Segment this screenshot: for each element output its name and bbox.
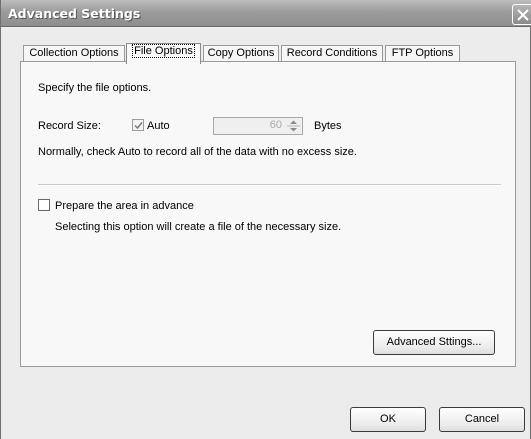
checkmark-icon — [134, 122, 143, 130]
close-button[interactable] — [512, 4, 531, 25]
tab-label: Collection Options — [29, 47, 119, 59]
tab-label: File Options — [132, 44, 195, 58]
record-size-spinner[interactable]: 60 — [213, 117, 303, 135]
title-bar[interactable]: Advanced Settings — [1, 0, 531, 27]
spinner-arrows-icon — [287, 120, 300, 132]
cancel-button[interactable]: Cancel — [439, 407, 525, 432]
advanced-settings-button[interactable]: Advanced Sttings... — [373, 330, 495, 355]
auto-hint-text: Normally, check Auto to record all of th… — [38, 146, 357, 158]
tab-strip: Collection Options File Options Copy Opt… — [23, 43, 483, 64]
record-size-value: 60 — [269, 119, 282, 131]
intro-text: Specify the file options. — [38, 82, 152, 94]
prepare-area-label: Prepare the area in advance — [55, 200, 194, 212]
advanced-settings-dialog: Advanced Settings Collection Options Fil… — [0, 0, 531, 439]
size-unit-label: Bytes — [314, 120, 342, 132]
file-options-panel: Specify the file options. Record Size: A… — [20, 61, 516, 367]
ok-button-label: OK — [380, 413, 396, 425]
tab-collection-options[interactable]: Collection Options — [23, 45, 125, 62]
record-size-label: Record Size: — [38, 120, 101, 132]
tab-copy-options[interactable]: Copy Options — [203, 45, 279, 62]
prepare-area-checkbox[interactable] — [38, 199, 50, 211]
tab-label: Copy Options — [207, 47, 275, 59]
advanced-settings-button-label: Advanced Sttings... — [386, 336, 482, 348]
auto-checkbox[interactable] — [132, 119, 144, 131]
tab-file-options[interactable]: File Options — [126, 43, 201, 64]
cancel-button-label: Cancel — [464, 413, 500, 425]
section-divider — [38, 184, 501, 186]
spinner-buttons[interactable] — [286, 119, 301, 133]
close-icon — [517, 9, 529, 21]
prepare-hint-text: Selecting this option will create a file… — [55, 221, 342, 233]
tab-record-conditions[interactable]: Record Conditions — [281, 45, 383, 62]
ok-button[interactable]: OK — [350, 407, 426, 432]
window-title: Advanced Settings — [8, 6, 141, 21]
tab-ftp-options[interactable]: FTP Options — [385, 45, 460, 62]
tab-label: FTP Options — [391, 47, 454, 59]
auto-checkbox-label: Auto — [147, 120, 170, 132]
tab-label: Record Conditions — [286, 47, 378, 59]
